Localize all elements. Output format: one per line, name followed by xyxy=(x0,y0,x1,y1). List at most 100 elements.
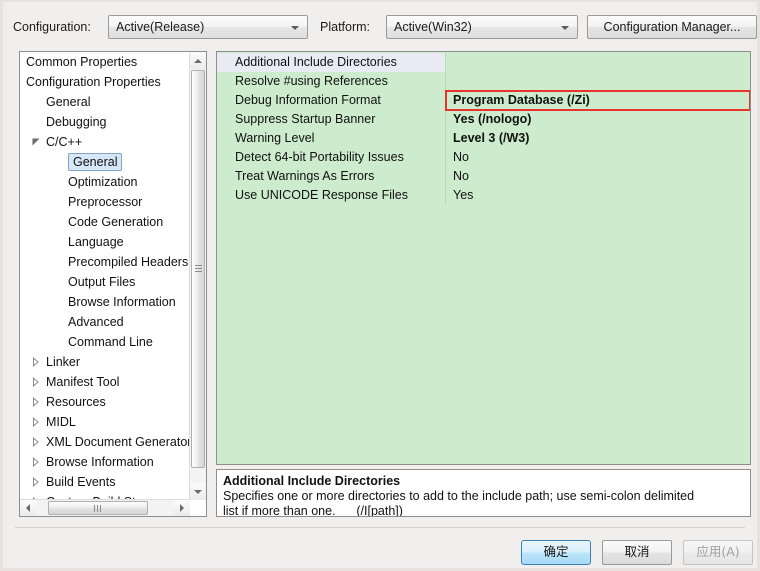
tree-scroll-area: Common Properties Configuration Propertie… xyxy=(20,52,190,500)
chevron-right-icon[interactable] xyxy=(32,357,40,367)
scroll-up-button[interactable] xyxy=(190,52,206,69)
chevron-right-icon[interactable] xyxy=(32,457,40,467)
arrow-up-icon xyxy=(194,59,202,63)
configuration-bar: Configuration: Active(Release) Platform:… xyxy=(13,15,757,43)
property-name: Additional Include Directories xyxy=(217,53,445,72)
tree-item-label: C/C++ xyxy=(46,135,83,149)
chevron-down-icon xyxy=(291,26,299,30)
tree-item-label: Browse Information xyxy=(46,455,154,469)
property-row[interactable]: Warning Level Level 3 (/W3) xyxy=(217,129,750,148)
tree-item-label: Manifest Tool xyxy=(46,375,120,389)
tree-item-command-line[interactable]: Command Line xyxy=(20,332,190,352)
tree-item-midl[interactable]: MIDL xyxy=(20,412,190,432)
tree-item-label: MIDL xyxy=(46,415,76,429)
tree-horizontal-scrollbar[interactable] xyxy=(20,499,190,516)
chevron-right-icon[interactable] xyxy=(32,477,40,487)
tree-item-manifest-tool[interactable]: Manifest Tool xyxy=(20,372,190,392)
property-category-tree[interactable]: Common Properties Configuration Propertie… xyxy=(19,51,207,517)
tree-item-build-events[interactable]: Build Events xyxy=(20,472,190,492)
property-grid[interactable]: Additional Include Directories Resolve #u… xyxy=(216,51,751,465)
property-row[interactable]: Debug Information Format Program Database… xyxy=(217,91,750,110)
cancel-button[interactable]: 取消 xyxy=(602,540,672,565)
description-title: Additional Include Directories xyxy=(223,474,401,488)
apply-button: 应用(A) xyxy=(683,540,753,565)
ok-button[interactable]: 确定 xyxy=(521,540,591,565)
tree-item-language[interactable]: Language xyxy=(20,232,190,252)
scroll-down-button[interactable] xyxy=(190,483,206,500)
configuration-combobox-value: Active(Release) xyxy=(116,20,205,34)
tree-item-common-properties[interactable]: Common Properties xyxy=(20,52,190,72)
tree-item-general[interactable]: General xyxy=(20,92,190,112)
tree-item-label: Code Generation xyxy=(68,215,164,229)
description-line-1: Specifies one or more directories to add… xyxy=(223,489,695,503)
tree-item-label: Advanced xyxy=(68,315,124,329)
property-name: Use UNICODE Response Files xyxy=(217,186,445,205)
tree-item-label: Common Properties xyxy=(26,55,138,69)
tree-item-label: Precompiled Headers xyxy=(68,255,189,269)
arrow-right-icon xyxy=(180,504,184,512)
property-name: Treat Warnings As Errors xyxy=(217,167,445,186)
configuration-combobox[interactable]: Active(Release) xyxy=(108,15,308,39)
tree-item-code-generation[interactable]: Code Generation xyxy=(20,212,190,232)
tree-item-label: Optimization xyxy=(68,175,138,189)
chevron-down-filled-icon[interactable] xyxy=(32,138,41,147)
grip-icon xyxy=(195,265,202,273)
property-value[interactable]: Yes xyxy=(445,186,750,205)
property-name: Debug Information Format xyxy=(217,91,445,110)
property-value[interactable]: No xyxy=(445,167,750,186)
property-row[interactable]: Treat Warnings As Errors No xyxy=(217,167,750,186)
configuration-manager-button[interactable]: Configuration Manager... xyxy=(587,15,757,39)
property-row[interactable]: Additional Include Directories xyxy=(217,53,750,72)
property-row[interactable]: Resolve #using References xyxy=(217,72,750,91)
tree-item-debugging[interactable]: Debugging xyxy=(20,112,190,132)
property-value[interactable]: Level 3 (/W3) xyxy=(445,129,750,148)
property-value[interactable]: Yes (/nologo) xyxy=(445,110,750,129)
chevron-right-icon[interactable] xyxy=(32,377,40,387)
property-value[interactable] xyxy=(445,53,750,72)
tree-item-linker[interactable]: Linker xyxy=(20,352,190,372)
tree-vertical-scroll-thumb[interactable] xyxy=(191,70,205,468)
chevron-right-icon[interactable] xyxy=(32,417,40,427)
arrow-down-icon xyxy=(194,490,202,494)
tree-item-precompiled-headers[interactable]: Precompiled Headers xyxy=(20,252,190,272)
grip-icon xyxy=(94,505,102,512)
tree-item-preprocessor[interactable]: Preprocessor xyxy=(20,192,190,212)
tree-horizontal-scroll-thumb[interactable] xyxy=(48,501,148,515)
platform-combobox[interactable]: Active(Win32) xyxy=(386,15,578,39)
property-value[interactable]: Program Database (/Zi) xyxy=(445,91,750,110)
tree-item-label: Resources xyxy=(46,395,106,409)
tree-item-general[interactable]: General xyxy=(20,152,190,172)
property-row[interactable]: Use UNICODE Response Files Yes xyxy=(217,186,750,205)
scroll-left-button[interactable] xyxy=(20,500,37,516)
property-value[interactable] xyxy=(445,72,750,91)
chevron-right-icon[interactable] xyxy=(32,437,40,447)
chevron-down-icon xyxy=(561,26,569,30)
tree-item-output-files[interactable]: Output Files xyxy=(20,272,190,292)
property-description-panel: Additional Include Directories Specifies… xyxy=(216,469,751,517)
tree-item-xml-document-generator[interactable]: XML Document Generator xyxy=(20,432,190,452)
tree-item-c-c[interactable]: C/C++ xyxy=(20,132,190,152)
tree-item-label: Browse Information xyxy=(68,295,176,309)
scroll-right-button[interactable] xyxy=(173,500,190,516)
tree-item-browse-information[interactable]: Browse Information xyxy=(20,452,190,472)
tree-item-label: Output Files xyxy=(68,275,136,289)
tree-item-label: Language xyxy=(68,235,124,249)
configuration-label: Configuration: xyxy=(13,20,91,34)
tree-vertical-scrollbar[interactable] xyxy=(189,52,206,500)
tree-item-label: General xyxy=(46,95,91,109)
tree-item-resources[interactable]: Resources xyxy=(20,392,190,412)
tree-item-optimization[interactable]: Optimization xyxy=(20,172,190,192)
tree-item-advanced[interactable]: Advanced xyxy=(20,312,190,332)
tree-item-browse-information[interactable]: Browse Information xyxy=(20,292,190,312)
property-name: Warning Level xyxy=(217,129,445,148)
property-row[interactable]: Detect 64-bit Portability Issues No xyxy=(217,148,750,167)
tree-item-label: Command Line xyxy=(68,335,153,349)
property-value[interactable]: No xyxy=(445,148,750,167)
tree-item-label: Preprocessor xyxy=(68,195,143,209)
tree-item-label: Build Events xyxy=(46,475,116,489)
arrow-left-icon xyxy=(26,504,30,512)
property-row[interactable]: Suppress Startup Banner Yes (/nologo) xyxy=(217,110,750,129)
chevron-right-icon[interactable] xyxy=(32,397,40,407)
description-line-2: list if more than one. (/I[path]) xyxy=(223,504,403,517)
tree-item-configuration-properties[interactable]: Configuration Properties xyxy=(20,72,190,92)
